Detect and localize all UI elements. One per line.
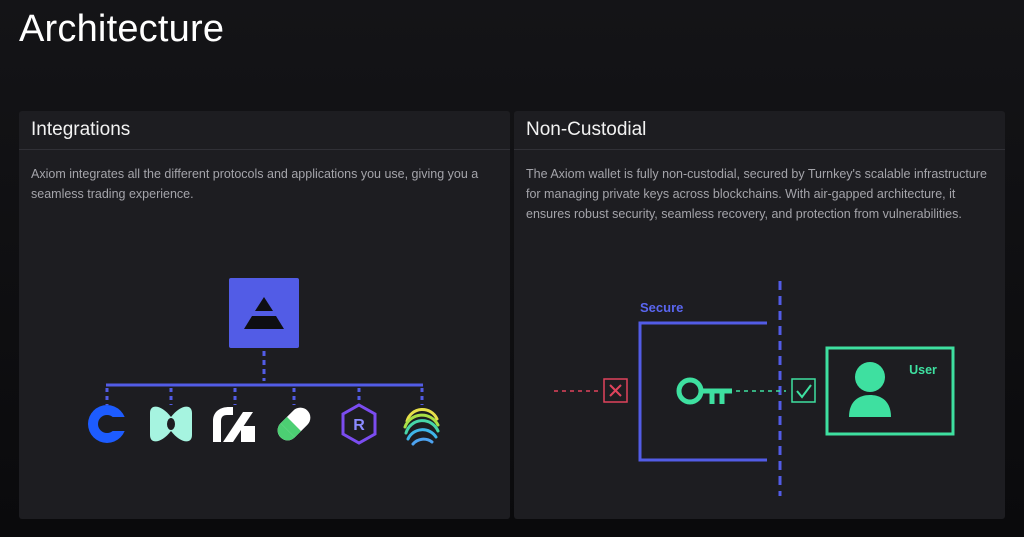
- check-icon: [791, 378, 816, 403]
- user-avatar-icon: [849, 362, 891, 417]
- non-custodial-diagram: Secure User: [554, 281, 955, 496]
- user-card: User: [825, 346, 955, 436]
- axiom-hub-icon: [229, 278, 299, 348]
- integrations-diagram: R: [88, 278, 440, 446]
- pill-icon: [277, 407, 311, 441]
- page-title: Architecture: [19, 8, 225, 50]
- secure-label: Secure: [640, 300, 683, 315]
- svg-text:R: R: [353, 417, 365, 434]
- coinbase-icon: [88, 405, 131, 443]
- raydium-icon: R: [341, 403, 377, 445]
- pump-swap-icon: [213, 407, 255, 442]
- blocked-x-icon: [603, 378, 628, 403]
- hyperliquid-icon: [150, 406, 192, 442]
- non-custodial-card: Non-Custodial The Axiom wallet is fully …: [514, 111, 1005, 519]
- user-label: User: [909, 363, 937, 377]
- integrations-card: Integrations Axiom integrates all the di…: [19, 111, 510, 519]
- meteora-icon: [403, 408, 440, 446]
- key-icon: [676, 377, 732, 405]
